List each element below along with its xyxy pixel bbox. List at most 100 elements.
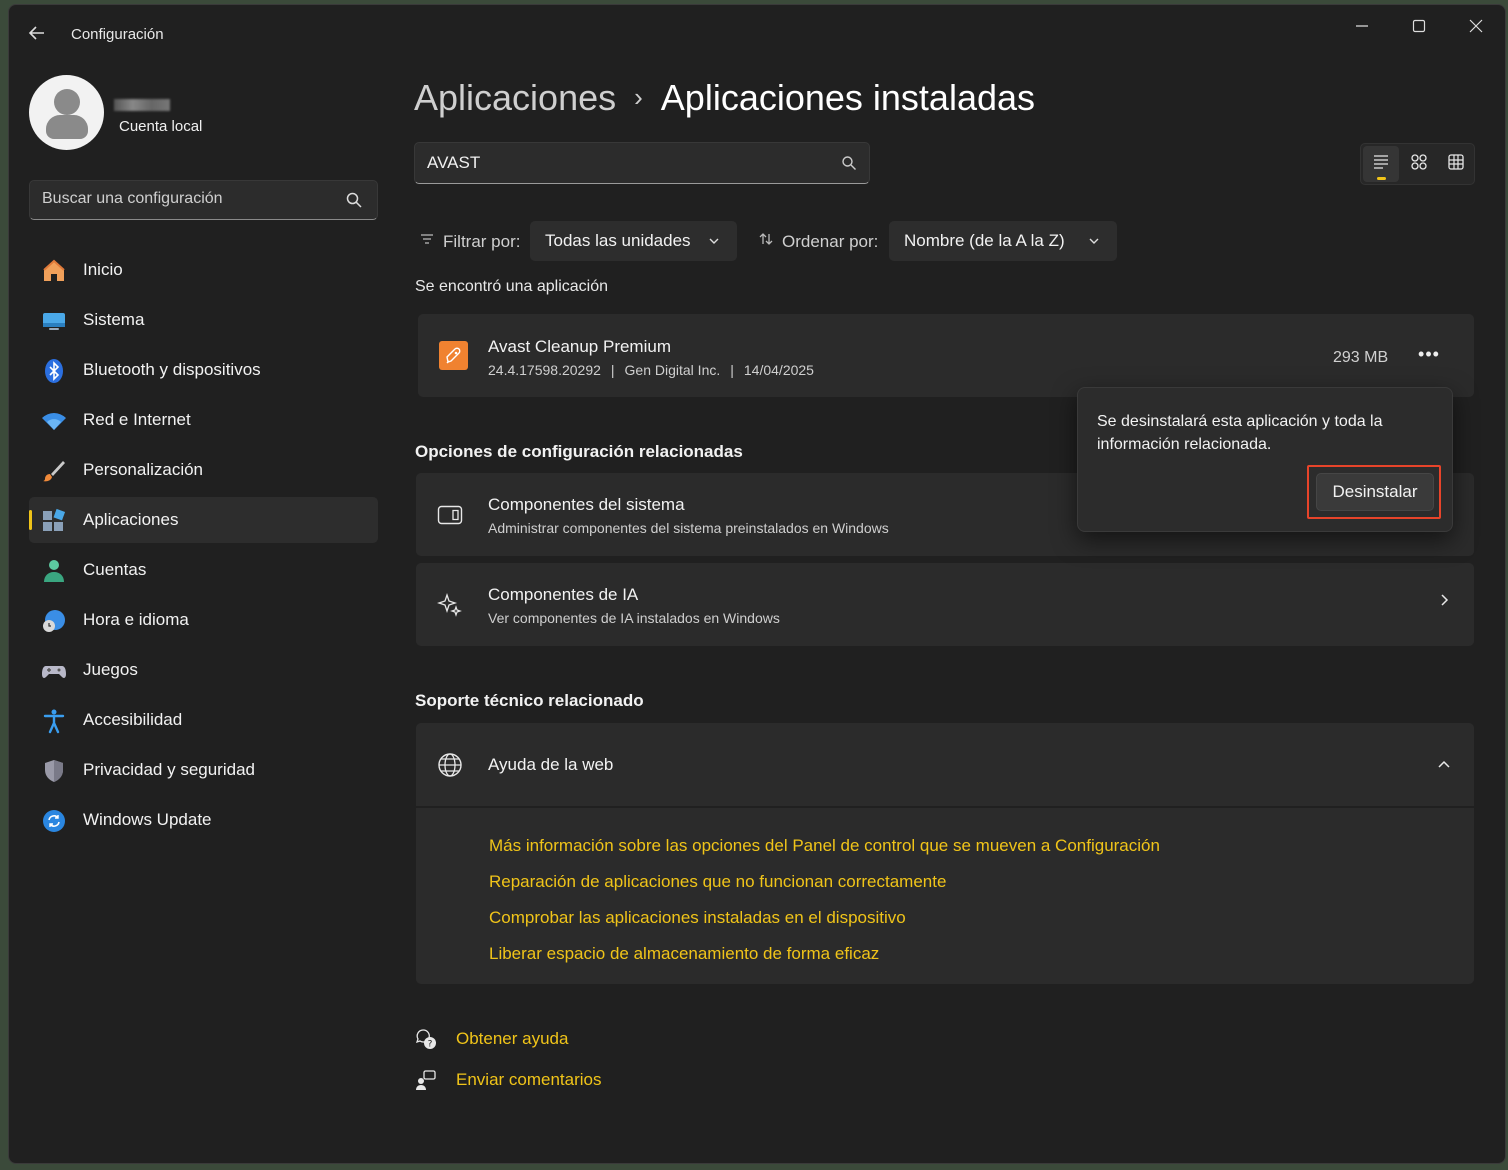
settings-window: Configuración Cuenta local Inicio [8,4,1506,1164]
sidebar-item-label: Privacidad y seguridad [83,760,255,779]
sidebar-item-accesibilidad[interactable]: Accesibilidad [29,697,378,743]
meta-separator: | [730,362,734,378]
system-icon [41,308,67,334]
sidebar-item-hora-idioma[interactable]: Hora e idioma [29,597,378,643]
more-options-button[interactable]: ••• [1414,344,1444,368]
sidebar-item-label: Inicio [83,260,123,279]
help-link[interactable]: Liberar espacio de almacenamiento de for… [489,944,879,964]
chevron-right-icon [1436,592,1452,613]
back-arrow-icon[interactable] [27,23,51,47]
sort-label: Ordenar por: [758,231,878,252]
sidebar-item-label: Personalización [83,460,204,479]
get-help-link[interactable]: ? Obtener ayuda [415,1028,568,1050]
close-button[interactable] [1447,5,1505,47]
system-components-icon [436,501,464,529]
tile-view-icon [1410,153,1428,176]
list-view-button[interactable] [1363,146,1399,182]
grid-view-icon [1447,153,1465,176]
brush-icon [41,458,67,484]
sort-dropdown[interactable]: Nombre (de la A la Z) [889,221,1117,261]
web-help-expander[interactable]: Ayuda de la web [416,723,1474,806]
app-search-input[interactable] [427,153,827,173]
settings-search-input[interactable] [42,190,332,208]
setting-title: Componentes del sistema [488,495,685,514]
uninstall-button[interactable]: Desinstalar [1316,473,1434,511]
search-icon [345,191,363,209]
filter-dropdown[interactable]: Todas las unidades [530,221,737,261]
sidebar-item-sistema[interactable]: Sistema [29,297,378,343]
settings-search-box[interactable] [29,180,378,220]
window-title: Configuración [71,26,164,43]
title-bar: Configuración [9,5,1505,61]
sidebar-item-red[interactable]: Red e Internet [29,397,378,443]
search-icon [841,155,857,171]
sidebar-item-label: Red e Internet [83,410,191,429]
get-help-label: Obtener ayuda [456,1029,569,1048]
send-feedback-link[interactable]: Enviar comentarios [415,1069,602,1091]
sidebar-item-label: Bluetooth y dispositivos [83,360,261,379]
globe-icon [436,751,464,784]
sidebar-item-label: Accesibilidad [83,710,183,729]
app-publisher: Gen Digital Inc. [624,362,721,378]
sidebar-item-privacidad[interactable]: Privacidad y seguridad [29,747,378,793]
help-link[interactable]: Reparación de aplicaciones que no funcio… [489,872,946,892]
svg-text:?: ? [428,1040,433,1050]
web-help-title: Ayuda de la web [488,755,614,774]
minimize-button[interactable] [1333,5,1391,47]
view-mode-toggle [1360,143,1475,185]
setting-subtitle: Ver componentes de IA instalados en Wind… [488,610,780,626]
sort-dropdown-value: Nombre (de la A la Z) [904,231,1065,250]
chevron-down-icon [707,233,721,253]
sidebar-item-aplicaciones[interactable]: Aplicaciones [29,497,378,543]
help-link[interactable]: Más información sobre las opciones del P… [489,836,1160,856]
sidebar-item-cuentas[interactable]: Cuentas [29,547,378,593]
breadcrumb-parent[interactable]: Aplicaciones [414,77,616,118]
uninstall-message: Se desinstalará esta aplicación y toda l… [1097,413,1383,453]
person-icon [41,558,67,584]
avatar-body [46,115,88,139]
shield-icon [41,758,67,784]
maximize-button[interactable] [1390,5,1448,47]
profile-name-redacted [114,99,170,111]
send-feedback-label: Enviar comentarios [456,1070,602,1089]
apps-icon [41,508,67,534]
help-chat-icon: ? [415,1028,437,1050]
chevron-down-icon [1087,233,1101,253]
sort-label-text: Ordenar por: [782,231,879,251]
chevron-up-icon[interactable] [1436,756,1452,777]
ai-components-card[interactable]: Componentes de IA Ver componentes de IA … [416,563,1474,646]
sidebar-item-label: Juegos [83,660,138,679]
app-list-item[interactable]: Avast Cleanup Premium 24.4.17598.20292 | G… [418,314,1474,397]
update-icon [41,808,67,834]
sidebar-item-windows-update[interactable]: Windows Update [29,797,378,843]
help-link[interactable]: Comprobar las aplicaciones instaladas en… [489,908,906,928]
sidebar-item-personalizacion[interactable]: Personalización [29,447,378,493]
breadcrumb-separator: › [634,82,643,112]
wifi-icon [41,408,67,434]
sort-icon [758,231,774,252]
sidebar-item-inicio[interactable]: Inicio [29,247,378,293]
avast-cleanup-icon [439,341,468,370]
grid-view-button[interactable] [1438,146,1474,182]
sidebar-item-label: Hora e idioma [83,610,189,629]
page-title: Aplicaciones instaladas [660,77,1036,118]
sidebar-item-label: Windows Update [83,810,212,829]
sidebar-item-bluetooth[interactable]: Bluetooth y dispositivos [29,347,378,393]
tile-view-button[interactable] [1401,146,1437,182]
filter-label: Filtrar por: [419,231,520,252]
uninstall-flyout: Se desinstalará esta aplicación y toda l… [1077,387,1453,532]
meta-separator: | [610,362,615,378]
sidebar-item-juegos[interactable]: Juegos [29,647,378,693]
app-details: 24.4.17598.20292 | Gen Digital Inc. | 14/04/… [488,362,814,378]
home-icon [41,258,67,284]
filter-label-text: Filtrar por: [443,231,521,251]
avatar-head [54,89,80,115]
avatar[interactable] [29,75,104,150]
app-search-box[interactable] [414,142,870,184]
support-heading: Soporte técnico relacionado [415,691,644,710]
filter-icon [419,231,435,252]
web-help-links: Más información sobre las opciones del P… [416,808,1474,984]
sidebar-item-label: Aplicaciones [83,510,179,529]
breadcrumb: Aplicaciones › Aplicaciones instaladas [414,77,1035,119]
globe-clock-icon [41,608,67,634]
